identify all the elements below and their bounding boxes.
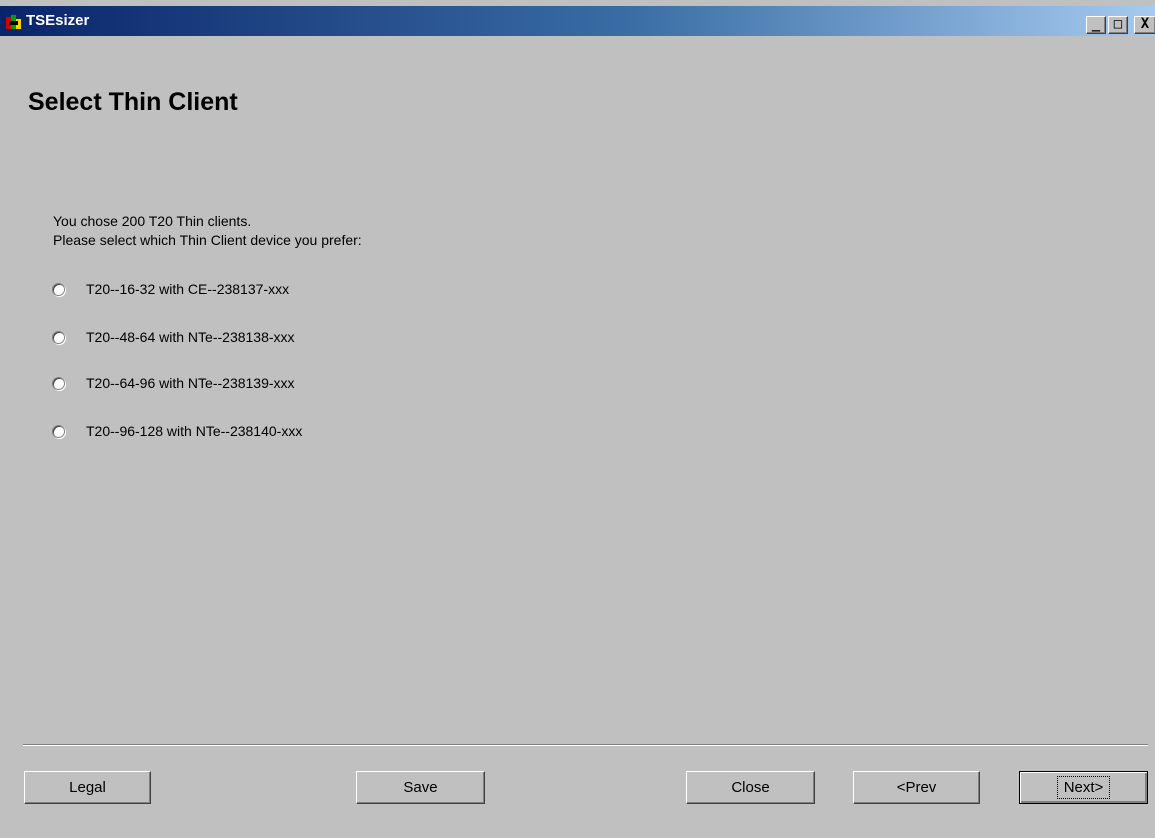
save-button[interactable]: Save <box>356 771 485 804</box>
close-window-button[interactable]: X <box>1134 16 1155 34</box>
legal-button[interactable]: Legal <box>24 771 151 804</box>
thin-client-option[interactable]: T20--64-96 with NTe--238139-xxx <box>52 373 295 393</box>
app-window: TSEsizer _ □ X Select Thin Client You ch… <box>0 0 1155 838</box>
close-icon: X <box>1140 16 1150 32</box>
option-label: T20--16-32 with CE--238137-xxx <box>86 281 290 297</box>
prev-button[interactable]: <Prev <box>853 771 980 804</box>
thin-client-option[interactable]: T20--16-32 with CE--238137-xxx <box>52 279 289 299</box>
tsesizer-app-icon <box>6 15 21 29</box>
footer-separator <box>23 744 1148 746</box>
minimize-icon: _ <box>1091 16 1101 32</box>
radio-button[interactable] <box>52 330 65 344</box>
page-title: Select Thin Client <box>28 88 238 116</box>
window-title: TSEsizer <box>26 12 90 29</box>
option-label: T20--64-96 with NTe--238139-xxx <box>86 375 295 391</box>
radio-button[interactable] <box>52 376 65 390</box>
thin-client-option[interactable]: T20--96-128 with NTe--238140-xxx <box>52 421 302 441</box>
option-label: T20--96-128 with NTe--238140-xxx <box>86 423 303 439</box>
close-button[interactable]: Close <box>686 771 815 804</box>
next-button-label: Next> <box>1056 776 1111 799</box>
radio-button[interactable] <box>52 424 65 438</box>
intro-text-line-2: Please select which Thin Client device y… <box>53 232 362 248</box>
radio-button[interactable] <box>52 282 65 296</box>
intro-text-line-1: You chose 200 T20 Thin clients. <box>53 213 252 229</box>
maximize-button[interactable]: □ <box>1108 16 1128 34</box>
thin-client-option[interactable]: T20--48-64 with NTe--238138-xxx <box>52 327 295 347</box>
maximize-icon: □ <box>1113 16 1123 32</box>
next-button[interactable]: Next> <box>1019 771 1148 804</box>
title-bar[interactable]: TSEsizer _ □ X <box>0 6 1155 36</box>
minimize-button[interactable]: _ <box>1086 16 1106 34</box>
option-label: T20--48-64 with NTe--238138-xxx <box>86 329 295 345</box>
